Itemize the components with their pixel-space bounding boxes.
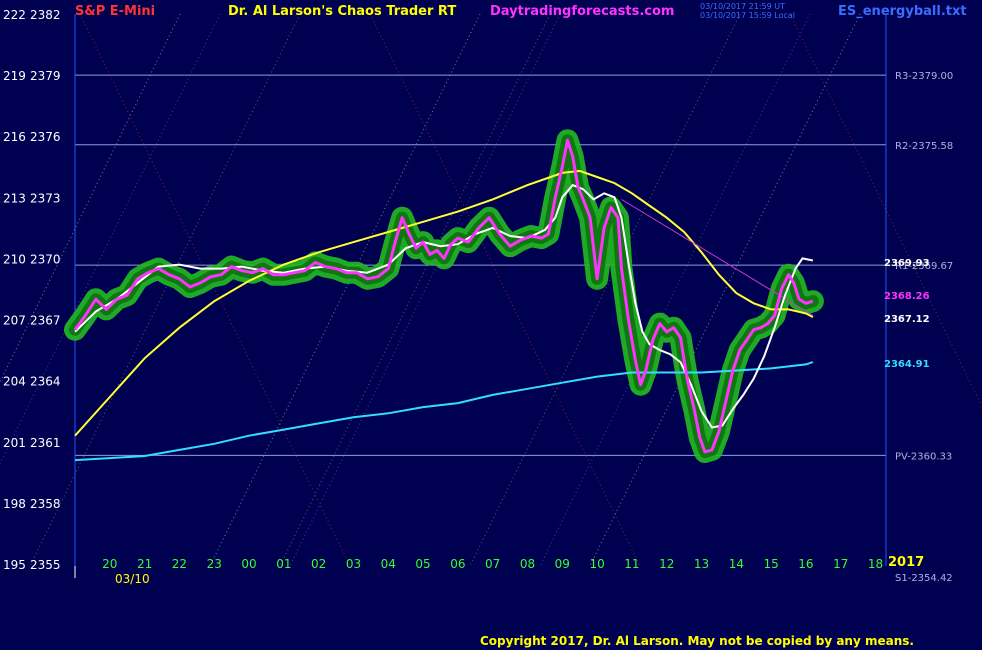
level-label-s1: S1-2354.42 [895, 573, 953, 584]
x-tick-label-12: 12 [659, 557, 674, 571]
last-value-cyan: 2364.91 [884, 359, 930, 370]
x-tick-label-11: 11 [624, 557, 639, 571]
y-tick-label-2367: 207 2367 [3, 314, 61, 328]
y-tick-degree: 201 [3, 436, 26, 450]
y-tick-degree: 195 [3, 558, 26, 572]
x-tick-label-05: 05 [415, 557, 430, 571]
x-tick-label-06: 06 [450, 557, 465, 571]
x-tick-label-18: 18 [868, 557, 883, 571]
y-tick-degree: 219 [3, 69, 26, 83]
y-tick-price: 2379 [30, 69, 61, 83]
x-tick-label-03: 03 [346, 557, 361, 571]
x-tick-label-10: 10 [589, 557, 604, 571]
x-tick-label-14: 14 [729, 557, 744, 571]
x-tick-label-08: 08 [520, 557, 535, 571]
y-tick-price: 2367 [30, 314, 61, 328]
y-tick-degree: 207 [3, 314, 26, 328]
last-value-magenta: 2368.26 [884, 291, 930, 302]
energy-ball-chart: R3-2379.00R2-2375.58R1-2369.67PV-2360.33… [0, 0, 982, 650]
y-tick-degree: 210 [3, 252, 26, 266]
y-tick-label-2355: 195 2355 [3, 558, 61, 572]
x-tick-label-16: 16 [798, 557, 813, 571]
x-tick-label-09: 09 [555, 557, 570, 571]
x-tick-label-00: 00 [241, 557, 256, 571]
y-tick-degree: 222 [3, 8, 26, 22]
y-tick-label-2379: 219 2379 [3, 69, 61, 83]
y-tick-label-2373: 213 2373 [3, 191, 61, 205]
y-tick-degree: 216 [3, 130, 26, 144]
y-tick-label-2364: 204 2364 [3, 375, 61, 389]
y-tick-label-2358: 198 2358 [3, 497, 61, 511]
timestamp-local: 03/10/2017 15:59 Local [700, 11, 795, 20]
x-tick-label-15: 15 [763, 557, 778, 571]
chart-title: Dr. Al Larson's Chaos Trader RT [228, 4, 457, 19]
x-tick-label-22: 22 [172, 557, 187, 571]
y-tick-price: 2376 [30, 130, 61, 144]
y-tick-degree: 204 [3, 375, 26, 389]
y-tick-label-2376: 216 2376 [3, 130, 61, 144]
y-tick-price: 2373 [30, 191, 61, 205]
last-value-white: 2369.93 [884, 258, 930, 269]
y-tick-degree: 213 [3, 191, 26, 205]
y-tick-price: 2358 [30, 497, 61, 511]
website-link[interactable]: Daytradingforecasts.com [490, 4, 674, 19]
level-label-pv: PV-2360.33 [895, 451, 952, 462]
y-tick-price: 2361 [30, 436, 61, 450]
x-tick-label-13: 13 [694, 557, 709, 571]
data-file-name: ES_energyball.txt [838, 4, 967, 19]
x-tick-label-23: 23 [207, 557, 222, 571]
x-tick-label-17: 17 [833, 557, 848, 571]
y-tick-label-2361: 201 2361 [3, 436, 61, 450]
copyright-notice: Copyright 2017, Dr. Al Larson. May not b… [480, 634, 914, 648]
y-tick-price: 2370 [30, 252, 61, 266]
y-tick-price: 2364 [30, 375, 61, 389]
y-tick-degree: 198 [3, 497, 26, 511]
year-label: 2017 [888, 555, 924, 570]
date-label: 03/10 [115, 572, 150, 586]
x-tick-label-20: 20 [102, 557, 117, 571]
x-tick-label-21: 21 [137, 557, 152, 571]
y-tick-label-2370: 210 2370 [3, 252, 61, 266]
y-tick-label-2382: 222 2382 [3, 8, 61, 22]
x-tick-label-07: 07 [485, 557, 500, 571]
level-label-r3: R3-2379.00 [895, 71, 953, 82]
x-tick-label-04: 04 [381, 557, 396, 571]
x-tick-label-01: 01 [276, 557, 291, 571]
last-value-yellow: 2367.12 [884, 314, 930, 325]
chart-background [0, 0, 982, 650]
level-label-r2: R2-2375.58 [895, 141, 953, 152]
y-tick-price: 2382 [30, 8, 61, 22]
y-tick-price: 2355 [30, 558, 61, 572]
timestamp-ut: 03/10/2017 21:59 UT [700, 2, 785, 11]
instrument-title: S&P E-Mini [75, 4, 156, 19]
x-tick-label-02: 02 [311, 557, 326, 571]
